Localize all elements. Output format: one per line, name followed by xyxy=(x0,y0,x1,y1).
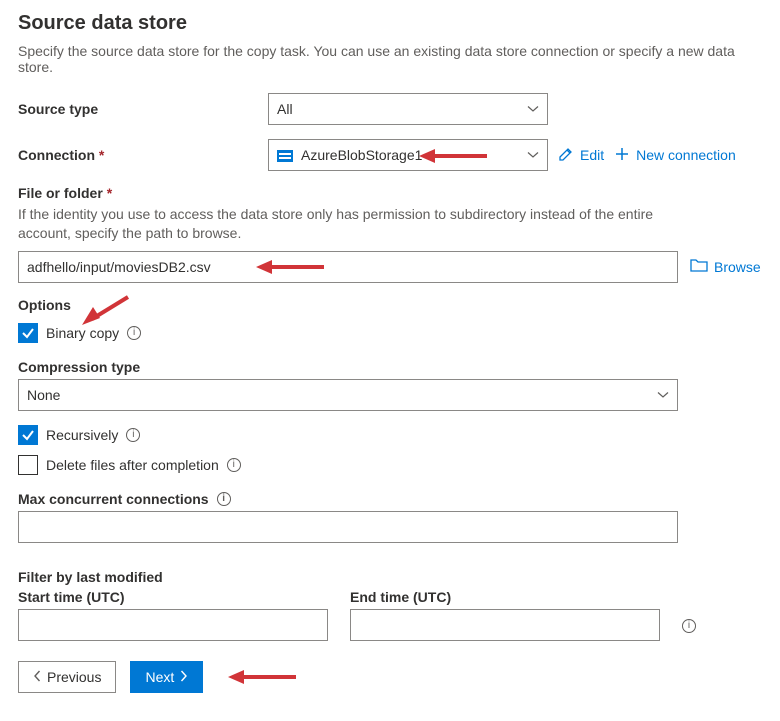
options-label: Options xyxy=(18,297,762,313)
start-time-label: Start time (UTC) xyxy=(18,589,328,605)
chevron-right-icon xyxy=(180,669,188,685)
delete-after-checkbox[interactable] xyxy=(18,455,38,475)
info-icon[interactable]: i xyxy=(127,326,141,340)
binary-copy-row: Binary copy i xyxy=(18,323,762,343)
button-row: Previous Next xyxy=(18,661,762,693)
annotation-arrow xyxy=(228,667,298,687)
filter-row: Start time (UTC) End time (UTC) i xyxy=(18,589,762,641)
info-icon[interactable]: i xyxy=(126,428,140,442)
edit-connection-button[interactable]: Edit xyxy=(558,146,604,165)
recursively-checkbox[interactable] xyxy=(18,425,38,445)
file-folder-label: File or folder * xyxy=(18,185,762,201)
source-type-value: All xyxy=(277,101,293,117)
chevron-down-icon xyxy=(527,105,539,113)
file-folder-row: Browse xyxy=(18,251,762,283)
page-title: Source data store xyxy=(18,12,762,35)
end-time-label: End time (UTC) xyxy=(350,589,660,605)
compression-type-label: Compression type xyxy=(18,359,762,375)
compression-type-value: None xyxy=(27,387,60,403)
start-time-col: Start time (UTC) xyxy=(18,589,328,641)
new-connection-button[interactable]: New connection xyxy=(614,146,736,165)
chevron-left-icon xyxy=(33,669,41,685)
required-indicator: * xyxy=(107,185,112,201)
end-time-col: End time (UTC) xyxy=(350,589,660,641)
binary-copy-checkbox[interactable] xyxy=(18,323,38,343)
required-indicator: * xyxy=(99,147,104,163)
source-type-label: Source type xyxy=(18,101,258,117)
page-subtitle: Specify the source data store for the co… xyxy=(18,43,762,75)
max-conn-label: Max concurrent connections xyxy=(18,491,209,507)
connection-value: AzureBlobStorage1 xyxy=(301,147,422,163)
next-button[interactable]: Next xyxy=(130,661,203,693)
max-conn-label-row: Max concurrent connections i xyxy=(18,491,762,507)
binary-copy-label: Binary copy xyxy=(46,325,119,341)
info-icon[interactable]: i xyxy=(682,619,696,633)
previous-button[interactable]: Previous xyxy=(18,661,116,693)
delete-after-label: Delete files after completion xyxy=(46,457,219,473)
connection-row: Connection * AzureBlobStorage1 Edit New … xyxy=(18,139,762,171)
start-time-input[interactable] xyxy=(18,609,328,641)
recursively-row: Recursively i xyxy=(18,425,762,445)
pencil-icon xyxy=(558,146,574,165)
delete-after-row: Delete files after completion i xyxy=(18,455,762,475)
browse-button[interactable]: Browse xyxy=(690,258,761,275)
info-icon[interactable]: i xyxy=(227,458,241,472)
plus-icon xyxy=(614,146,630,165)
source-type-select[interactable]: All xyxy=(268,93,548,125)
folder-icon xyxy=(690,258,708,275)
end-time-input[interactable] xyxy=(350,609,660,641)
max-conn-input[interactable] xyxy=(18,511,678,543)
file-folder-input[interactable] xyxy=(18,251,678,283)
annotation-arrow xyxy=(419,146,489,166)
source-type-row: Source type All xyxy=(18,93,762,125)
info-icon[interactable]: i xyxy=(217,492,231,506)
connection-select[interactable]: AzureBlobStorage1 xyxy=(268,139,548,171)
filter-label: Filter by last modified xyxy=(18,569,762,585)
options-group: Binary copy i Compression type None Recu… xyxy=(18,323,762,641)
recursively-label: Recursively xyxy=(46,427,118,443)
connection-label: Connection * xyxy=(18,147,258,163)
compression-type-select[interactable]: None xyxy=(18,379,678,411)
chevron-down-icon xyxy=(657,391,669,399)
file-folder-helper: If the identity you use to access the da… xyxy=(18,205,708,243)
azure-storage-icon xyxy=(277,149,293,161)
chevron-down-icon xyxy=(527,151,539,159)
